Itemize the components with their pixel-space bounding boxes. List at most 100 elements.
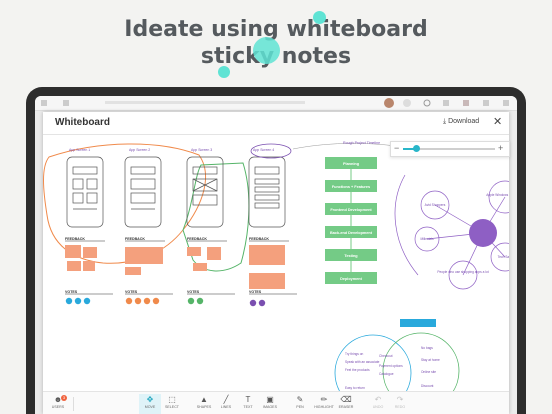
wireframe-2: [124, 156, 162, 228]
tool-undo[interactable]: ↶ UNDO: [367, 394, 389, 414]
mindmap-node-label: Avid Shoppers: [425, 203, 446, 207]
blue-note: [400, 319, 436, 327]
tool-select[interactable]: ⬚ SELECT: [161, 394, 183, 414]
feedback-label: FEEDBACK: [125, 237, 145, 241]
decor-dot: [253, 37, 280, 64]
whiteboard-modal: Whiteboard ⤓ Download ✕ App Screen 1 App…: [43, 112, 510, 414]
users-count-badge: 3: [61, 395, 67, 401]
feedback-label: FEEDBACK: [187, 237, 207, 241]
download-label: Download: [448, 118, 480, 125]
tool-label: SHAPES: [196, 405, 212, 409]
close-icon[interactable]: ✕: [493, 115, 502, 128]
highlight-icon: ✏: [320, 395, 328, 404]
feedback-label: FEEDBACK: [65, 237, 85, 241]
eraser-icon: ⌫: [340, 395, 352, 404]
undo-icon: ↶: [374, 395, 382, 404]
votes-label: VOTES: [65, 290, 78, 294]
feedback-label: FEEDBACK: [249, 237, 269, 241]
wireframe-4: [248, 156, 286, 228]
screen-label: App Screen 3: [191, 148, 212, 152]
tool-label: PEN: [296, 405, 304, 409]
zoom-in-icon[interactable]: +: [498, 143, 503, 153]
timeline-steps: Planning Functions + Features Frontend Dev…: [325, 157, 377, 284]
venn-item-right: No bags: [421, 346, 433, 350]
timeline-step-label: Functions + Features: [332, 185, 370, 189]
tool-label: SELECT: [165, 405, 179, 409]
mindmap-node-label: Millenials: [420, 237, 434, 241]
decor-dot: [218, 66, 230, 78]
select-icon: ⬚: [168, 395, 176, 404]
app-top-bar-icons: [41, 98, 509, 108]
venn-item-center: Catalogue: [379, 372, 394, 376]
whiteboard-canvas[interactable]: App Screen 1 App Screen 2 App Screen 3 App …: [43, 135, 509, 391]
screen-label: App Screen 2: [129, 148, 150, 152]
zoom-out-icon[interactable]: −: [394, 143, 399, 153]
mindmap-node-label: People who use shopping apps a lot: [437, 270, 488, 274]
tool-text[interactable]: T TEXT: [237, 394, 259, 414]
lines-icon: ╱: [223, 395, 229, 404]
venn-item-right: Online site: [421, 370, 436, 374]
pen-icon: ✎: [296, 395, 304, 404]
timeline-step-label: Planning: [343, 162, 360, 166]
venn-item-center: Payment options: [379, 364, 403, 368]
timeline-title: Rough Project Timeline: [343, 141, 380, 145]
tool-label: HIGHLIGHT: [314, 405, 334, 409]
whiteboard-title: Whiteboard: [55, 117, 110, 128]
text-icon: T: [245, 395, 251, 404]
tool-label: REDO: [394, 405, 406, 409]
tool-pen[interactable]: ✎ PEN: [289, 394, 311, 414]
venn-item-left: Try things on: [345, 352, 364, 356]
tool-label: IMAGES: [263, 405, 277, 409]
tool-shapes[interactable]: ▲ SHAPES: [193, 394, 215, 414]
decor-dot: [313, 11, 326, 24]
redo-icon: ↷: [396, 395, 404, 404]
tool-label: ERASER: [338, 405, 354, 409]
tool-lines[interactable]: ╱ LINES: [215, 394, 237, 414]
download-button[interactable]: ⤓ Download: [443, 118, 479, 126]
timeline-step-label: Back-end Development: [330, 231, 373, 235]
venn-item-left: Speak with an associate: [345, 360, 380, 364]
tool-label: LINES: [220, 405, 232, 409]
venn-item-right: Stay at home: [421, 358, 440, 362]
whiteboard-header: Whiteboard ⤓ Download ✕: [43, 112, 509, 135]
votes-label: VOTES: [187, 290, 200, 294]
zoom-control[interactable]: − +: [390, 141, 510, 157]
tool-highlight[interactable]: ✏ HIGHLIGHT: [313, 394, 335, 414]
screen-label: App Screen 1: [69, 148, 90, 152]
venn-item-left: Feel the products: [345, 368, 370, 372]
mindmap-node-label: Apple Windows Workflows: [486, 193, 509, 197]
move-icon: ✥: [146, 395, 154, 404]
tool-label: USERS: [51, 405, 65, 409]
shapes-icon: ▲: [200, 395, 208, 404]
tool-label: UNDO: [372, 405, 384, 409]
votes-label: VOTES: [249, 290, 262, 294]
venn-item-right: Discount: [421, 384, 434, 388]
venn-item-center: Checkout: [379, 354, 393, 358]
tool-redo[interactable]: ↷ REDO: [389, 394, 411, 414]
wireframe-1: [66, 156, 104, 228]
mindmap-hub: [469, 219, 497, 247]
tool-eraser[interactable]: ⌫ ERASER: [335, 394, 357, 414]
download-icon: ⤓: [443, 118, 447, 125]
tool-images[interactable]: ▣ IMAGES: [259, 394, 281, 414]
headline-line-1: Ideate using whiteboard: [124, 17, 428, 42]
bottom-toolbar: ☻ USERS 3 ✥ MOVE ⬚ SELECT ▲ SHAPES ╱ LINES TT…: [43, 391, 509, 414]
tablet-frame: Whiteboard ⤓ Download ✕ App Screen 1 App…: [26, 87, 526, 414]
timeline-step-label: Deployment: [340, 277, 362, 281]
app-screen: Whiteboard ⤓ Download ✕ App Screen 1 App…: [35, 96, 517, 414]
app-top-bar: [35, 96, 517, 111]
venn-item-left: Easy to return: [345, 386, 365, 390]
zoom-slider-handle[interactable]: [413, 145, 420, 152]
timeline-step-label: Frontend Development: [330, 208, 372, 212]
toolbar-divider: [73, 397, 74, 411]
mindmap-node-label: Tech Savy: [498, 255, 509, 259]
tool-users[interactable]: ☻ USERS 3: [47, 394, 69, 414]
images-icon: ▣: [266, 395, 274, 404]
timeline-step-label: Testing: [344, 254, 358, 258]
tool-label: MOVE: [144, 405, 156, 409]
screen-label: App Screen 4: [253, 148, 274, 152]
vote-dots: [65, 297, 266, 307]
tool-move[interactable]: ✥ MOVE: [139, 394, 161, 414]
votes-label: VOTES: [125, 290, 138, 294]
sticky-notes: [65, 245, 285, 289]
